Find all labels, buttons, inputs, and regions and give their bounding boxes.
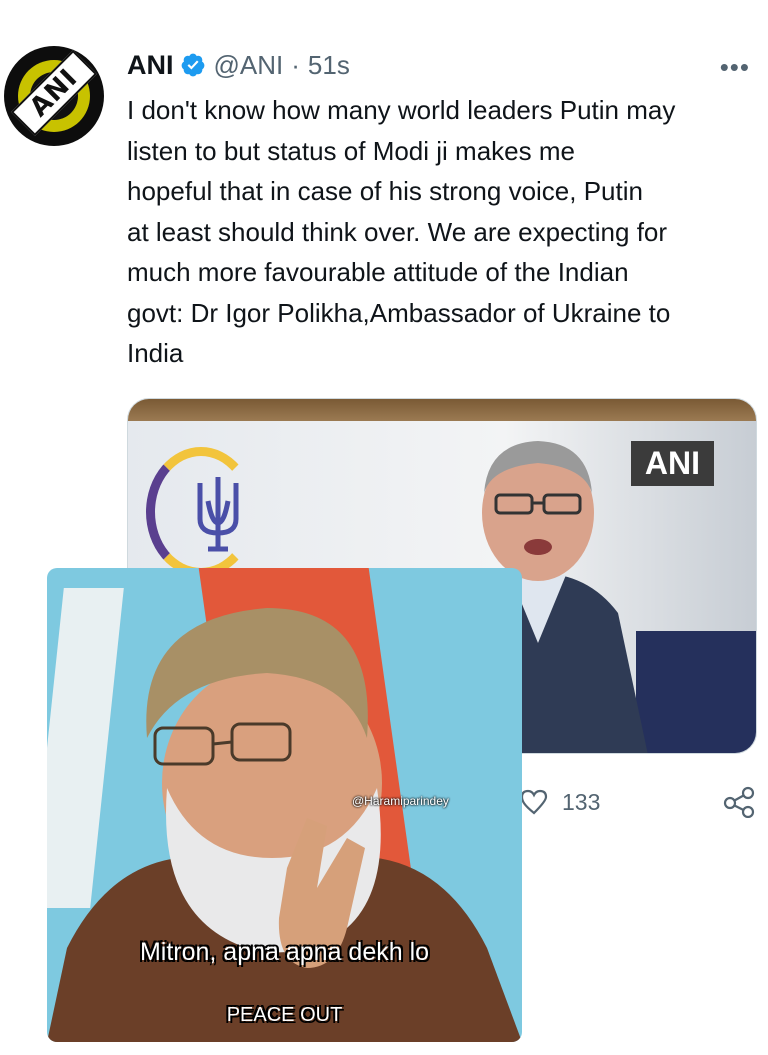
ani-avatar[interactable]: ANI [4, 46, 104, 146]
tweet-text-line: listen to but status of Modi ji makes me [127, 135, 575, 166]
tweet-text-line: hopeful that in case of his strong voice… [127, 176, 643, 206]
verified-badge-icon [181, 53, 204, 77]
heart-icon[interactable] [520, 789, 548, 815]
meme-caption: Mitron, apna apna dekh lo [139, 938, 430, 966]
meme-overlay-image: @Haramiparindey Mitron, apna apna dekh l… [47, 568, 522, 1042]
meme-subcaption: PEACE OUT [226, 1004, 343, 1026]
meme-watermark: @Haramiparindey [352, 794, 449, 808]
tweet-text-line: I don't know how many world leaders Puti… [127, 95, 676, 125]
tweet-text: I don't know how many world leaders Puti… [127, 90, 763, 374]
tweet-text-line: govt: Dr Igor Polikha,Ambassador of Ukra… [127, 297, 671, 328]
tweet-header: ANI @ANI · 51s [127, 48, 350, 82]
separator-dot: · [291, 49, 300, 80]
ukraine-trident-icon [197, 477, 239, 552]
tweet-actions: 133 [520, 786, 600, 818]
display-name[interactable]: ANI [127, 50, 174, 81]
handle[interactable]: @ANI [214, 50, 284, 81]
meme-figure [47, 608, 522, 1042]
media-ceiling-beam [128, 399, 756, 421]
like-count: 133 [562, 788, 601, 815]
more-options-icon[interactable]: ••• [720, 52, 750, 83]
share-icon[interactable] [722, 786, 756, 818]
tweet-text-line: much more favourable attitude of the Ind… [127, 257, 629, 287]
tweet-text-line: at least should think over. We are expec… [127, 216, 668, 247]
timestamp[interactable]: 51s [308, 50, 350, 81]
tweet[interactable]: ANI ANI @ANI · 51s ••• I don't know how … [0, 0, 768, 1055]
tweet-text-line: India [127, 338, 184, 368]
